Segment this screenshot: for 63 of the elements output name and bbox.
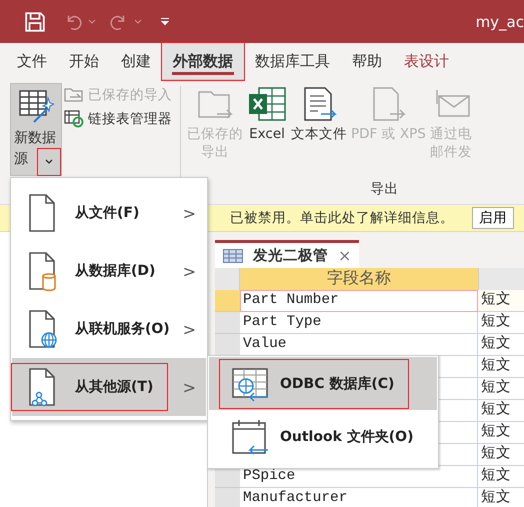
document-icon	[27, 367, 57, 407]
ribbon-tab[interactable]: 数据库工具	[244, 43, 341, 80]
calendar-arrow-icon	[230, 418, 270, 454]
field-name-cell: Manufacturer	[240, 488, 478, 507]
submenu-arrow: >	[182, 320, 196, 338]
submenu-arrow: >	[182, 262, 196, 280]
enable-content-button[interactable]: 启用	[472, 207, 514, 229]
ribbon-button[interactable]: 链接表管理器	[64, 110, 172, 128]
field-name-cell: Part Type	[240, 312, 478, 334]
ribbon-tab[interactable]: 外部数据	[162, 43, 244, 80]
data-type-cell: 短文	[478, 400, 524, 422]
column-header: 字段名称	[240, 268, 478, 290]
data-type-cell: 短文	[478, 378, 524, 400]
new-data-source-button[interactable]: 新数据源	[10, 83, 62, 176]
ribbon-tab[interactable]: 开始	[58, 43, 110, 80]
table-refresh-icon	[64, 110, 84, 128]
table-wand-icon	[18, 88, 54, 124]
row-selector[interactable]	[215, 290, 240, 312]
dropdown-arrow-button[interactable]	[38, 149, 60, 175]
chevron-down-icon	[45, 159, 53, 165]
data-type-cell: 短文	[478, 356, 524, 378]
submenu-arrow: >	[182, 204, 196, 222]
folder-arrows-icon	[64, 86, 84, 104]
table-globe-icon	[230, 366, 270, 402]
field-name-cell: Part Number	[240, 290, 478, 312]
data-type-cell: 短文	[478, 422, 524, 444]
data-type-cell: 短文	[478, 466, 524, 488]
document-icon	[27, 309, 57, 349]
group-label: 导出	[370, 180, 400, 198]
ribbon-tab[interactable]: 文件	[6, 43, 58, 80]
menu-item[interactable]: ODBC 数据库(C)	[209, 357, 437, 410]
close-button[interactable]: ×	[338, 246, 352, 265]
document-tab[interactable]: 发光二极管 ×	[215, 240, 360, 268]
ribbon-tab[interactable]: 帮助	[341, 43, 393, 80]
document-tab-title: 发光二极管	[253, 246, 328, 265]
data-type-cell: 短文	[478, 334, 524, 356]
window-title: my_ac	[476, 12, 524, 30]
export-button[interactable]: Excel	[245, 86, 289, 161]
row-selector[interactable]	[215, 312, 240, 334]
row-selector[interactable]	[215, 334, 240, 356]
data-type-cell: 短文	[478, 488, 524, 507]
table-icon	[223, 248, 243, 262]
customize-toolbar-icon[interactable]	[160, 17, 170, 26]
spreadsheet-icon	[247, 86, 287, 122]
submenu-arrow: >	[182, 378, 196, 396]
menu-item[interactable]: 从文件(F) >	[12, 184, 206, 242]
document-icon	[27, 251, 57, 291]
export-button[interactable]: 文本文件	[289, 86, 349, 161]
ribbon-tab[interactable]: 创建	[110, 43, 162, 80]
document-icon	[27, 193, 57, 233]
menu-item[interactable]: 从其他源(T) >	[12, 358, 206, 416]
data-type-cell: 短文	[478, 290, 524, 312]
data-type-cell: 短文	[478, 444, 524, 466]
caret-icon[interactable]	[88, 18, 96, 24]
data-type-cell: 短文	[478, 312, 524, 334]
ribbon-tab[interactable]: 表设计	[393, 43, 460, 80]
save-icon[interactable]	[24, 10, 46, 32]
caret-icon[interactable]	[134, 18, 142, 24]
menu-item[interactable]: Outlook 文件夹(O)	[209, 410, 437, 463]
security-warning-text[interactable]: 已被禁用。单击此处了解详细信息。	[230, 209, 454, 227]
menu-item[interactable]: 从联机服务(O) >	[12, 300, 206, 358]
select-all-corner[interactable]	[215, 268, 240, 290]
menu-item[interactable]: 从数据库(D) >	[12, 242, 206, 300]
